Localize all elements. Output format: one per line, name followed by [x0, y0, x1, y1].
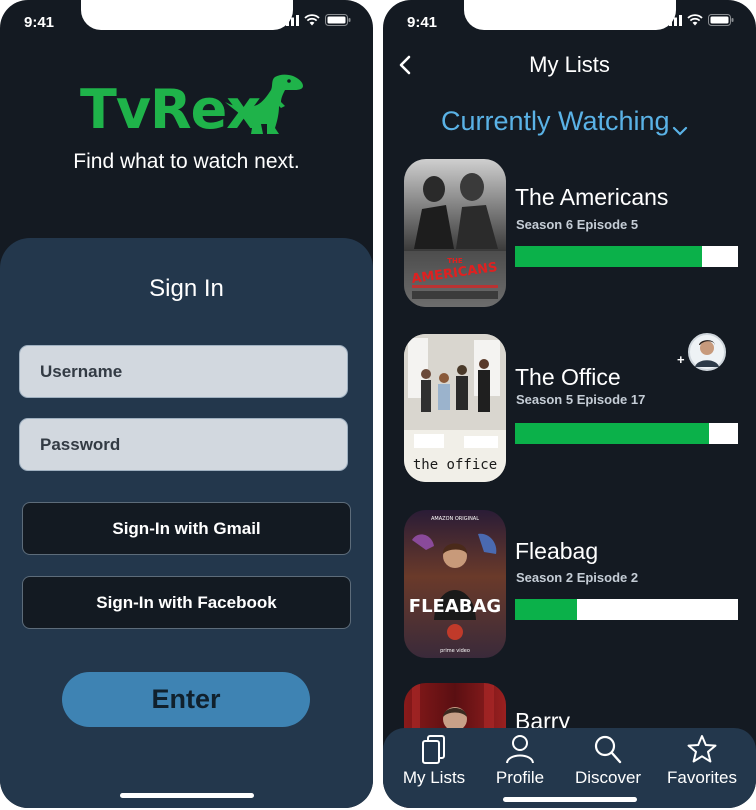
tab-discover[interactable]: Discover: [563, 734, 653, 788]
dinosaur-icon: [225, 74, 303, 134]
nav-header: My Lists: [383, 52, 756, 82]
password-field[interactable]: [19, 418, 348, 471]
avatar: [688, 333, 726, 371]
status-time: 9:41: [24, 14, 55, 31]
tab-label: Discover: [574, 768, 642, 787]
signin-screen: 9:41 TvRex Find what to watch next. Sign…: [0, 0, 373, 808]
username-field[interactable]: [19, 345, 348, 398]
show-episode: Season 6 Episode 5: [516, 217, 639, 232]
poster-text: FLEABAG: [409, 596, 501, 617]
svg-text:prime video: prime video: [440, 648, 470, 654]
star-icon: [687, 735, 717, 763]
poster-art: AMAZON ORIGINAL FLEABAG prime video: [409, 516, 501, 654]
signin-title: Sign In: [149, 275, 224, 302]
progress-bar: [515, 246, 738, 267]
facebook-signin-button[interactable]: Sign-In with Facebook: [22, 576, 351, 629]
plus-icon: +: [677, 352, 685, 367]
cards-icon: [422, 735, 445, 764]
wifi-icon: [687, 14, 703, 26]
notch: [80, 0, 293, 30]
my-lists-screen: 9:41 My Lists Currently Watching THE AME…: [383, 0, 756, 808]
tab-favorites[interactable]: Favorites: [657, 734, 747, 788]
chevron-down-icon: [672, 126, 687, 136]
poster-art: the office: [404, 334, 506, 482]
home-indicator: [119, 793, 254, 798]
status-icons: [281, 14, 351, 26]
show-poster: THE AMERICANS: [404, 159, 506, 307]
notch: [463, 0, 676, 30]
page-title: My Lists: [529, 52, 610, 77]
friend-avatar[interactable]: +: [677, 333, 726, 376]
show-poster: AMAZON ORIGINAL FLEABAG prime video: [404, 510, 506, 658]
show-item[interactable]: AMAZON ORIGINAL FLEABAG prime video Flea…: [404, 510, 744, 660]
show-episode: Season 2 Episode 2: [516, 570, 639, 585]
tab-profile[interactable]: Profile: [475, 734, 565, 788]
show-title: The Americans: [515, 184, 669, 210]
progress-bar: [515, 599, 738, 620]
poster-text: the office: [413, 457, 497, 473]
tagline: Find what to watch next.: [73, 150, 300, 173]
show-title: The Office: [515, 364, 621, 390]
tab-label: My Lists: [402, 768, 466, 787]
svg-text:AMAZON ORIGINAL: AMAZON ORIGINAL: [431, 516, 479, 522]
show-item[interactable]: THE AMERICANS The Americans Season 6 Epi…: [404, 159, 744, 309]
home-indicator: [502, 797, 637, 802]
list-selector-dropdown[interactable]: Currently Watching: [441, 106, 688, 137]
gmail-signin-button[interactable]: Sign-In with Gmail: [22, 502, 351, 555]
progress-fill: [515, 246, 703, 267]
battery-icon: [325, 14, 351, 26]
battery-icon: [708, 14, 734, 26]
tab-bar: My Lists Profile Discover Favorites: [383, 728, 756, 808]
poster-art: THE AMERICANS: [404, 173, 506, 307]
wifi-icon: [304, 14, 320, 26]
show-title: Fleabag: [515, 538, 599, 564]
password-input[interactable]: [40, 434, 347, 455]
status-time: 9:41: [407, 14, 438, 31]
status-bar: 9:41: [0, 0, 373, 44]
progress-fill: [515, 599, 578, 620]
tvrex-logo: TvRex: [80, 72, 310, 141]
show-episode: Season 5 Episode 17: [516, 392, 646, 407]
enter-button[interactable]: Enter: [62, 672, 310, 727]
tab-my-lists[interactable]: My Lists: [389, 734, 479, 788]
progress-fill: [515, 423, 709, 444]
signal-icon: [281, 14, 299, 26]
svg-text:THE: THE: [447, 257, 463, 265]
username-input[interactable]: [40, 361, 347, 382]
signal-icon: [664, 14, 682, 26]
status-icons: [664, 14, 734, 26]
tab-label: Favorites: [667, 768, 737, 787]
show-poster: the office: [404, 334, 506, 482]
search-icon: [594, 735, 622, 764]
status-bar: 9:41: [383, 0, 756, 44]
list-selector-label: Currently Watching: [441, 106, 670, 136]
signin-panel: Sign In Sign-In with Gmail Sign-In with …: [0, 238, 373, 808]
progress-bar: [515, 423, 738, 444]
person-icon: [506, 735, 534, 764]
tab-label: Profile: [495, 768, 545, 787]
